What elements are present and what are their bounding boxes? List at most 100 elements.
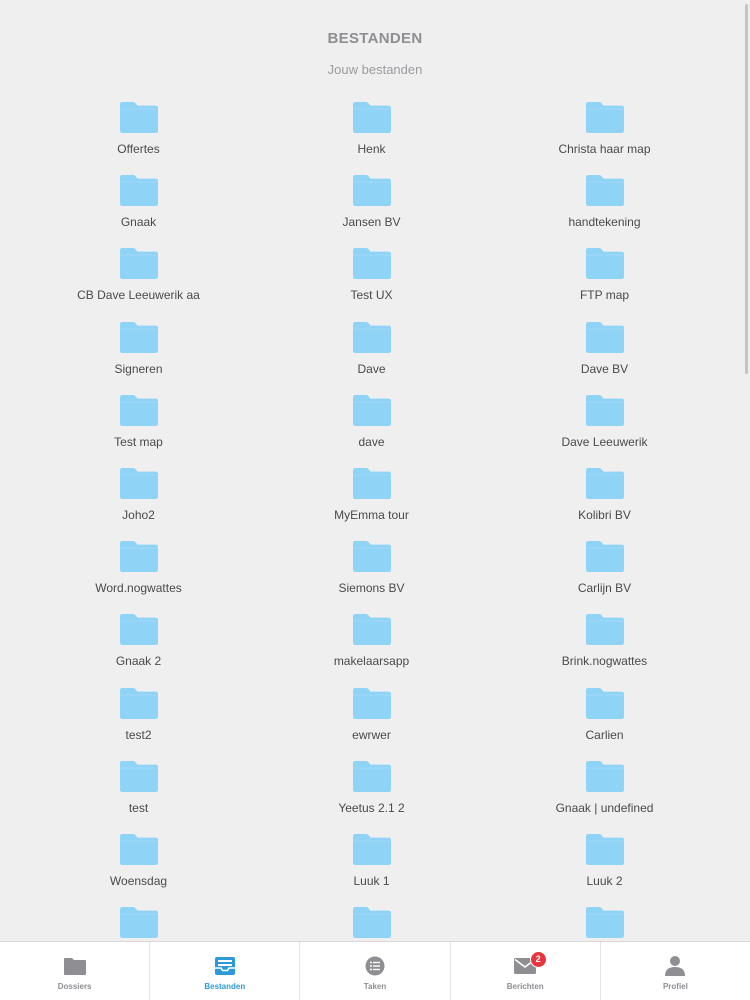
folder-icon xyxy=(585,248,624,280)
folder-item[interactable]: dave xyxy=(255,394,488,468)
folder-item[interactable]: Test UX xyxy=(255,248,488,321)
folder-item[interactable]: Test map xyxy=(22,394,255,468)
folder-icon xyxy=(119,102,158,133)
folder-label: Woensdag xyxy=(109,873,168,888)
folder-label: FTP map xyxy=(579,288,630,303)
tab-berichten[interactable]: Berichten 2 xyxy=(451,942,601,1000)
tab-dossiers[interactable]: Dossiers xyxy=(0,942,151,1000)
folder-item[interactable]: Carlien xyxy=(488,687,721,761)
notification-badge: 2 xyxy=(529,951,547,968)
folder-item[interactable]: makelaarsapp xyxy=(255,614,488,687)
folder-label: Dave xyxy=(357,361,386,376)
folder-icon xyxy=(119,394,158,426)
folder-item[interactable]: Henk xyxy=(255,102,488,175)
scrollbar[interactable] xyxy=(745,4,748,374)
folder-icon xyxy=(119,760,158,792)
folder-item[interactable]: Word.nogwattes xyxy=(22,541,255,614)
folder-icon xyxy=(585,833,624,865)
folder-item[interactable]: Brink.nogwattes xyxy=(488,614,721,687)
folder-item[interactable]: Joho2 xyxy=(22,467,255,541)
folder-item[interactable]: FTP map xyxy=(488,248,721,321)
tab-label: Taken xyxy=(363,982,387,991)
folder-item[interactable]: test2 xyxy=(22,687,255,761)
folder-label: Word.nogwattes xyxy=(95,581,182,596)
folder-label: makelaarsapp xyxy=(333,654,410,669)
folder-label: MyEmma tour xyxy=(334,507,409,522)
folder-item[interactable]: Dave xyxy=(255,321,488,395)
folder-item[interactable]: Kolibri BV xyxy=(488,467,721,541)
folder-label: Carlijn BV xyxy=(577,581,632,596)
folder-item[interactable]: ewrwer xyxy=(255,687,488,761)
folder-label: Signeren xyxy=(114,361,163,376)
folder-item[interactable]: Signeren xyxy=(22,321,255,395)
folder-item[interactable]: Christa haar map xyxy=(488,102,721,175)
folder-icon xyxy=(585,760,624,792)
folder-label: Dave Leeuwerik xyxy=(561,434,648,449)
folder-label: ewrwer xyxy=(352,727,391,742)
folder-icon xyxy=(119,687,158,719)
folder-icon xyxy=(352,394,391,426)
folder-item[interactable]: Gnaak 2 xyxy=(22,614,255,687)
folder-icon xyxy=(119,541,158,573)
folder-label: Test map xyxy=(114,434,163,449)
folder-icon xyxy=(585,394,624,426)
folder-item[interactable]: Luuk 1 xyxy=(255,833,488,907)
folder-icon xyxy=(585,175,624,207)
folder-item[interactable]: Dave Leeuwerik xyxy=(488,394,721,468)
folder-icon xyxy=(352,467,391,499)
folder-item[interactable]: Carlijn BV xyxy=(488,541,721,614)
person-icon xyxy=(665,956,686,976)
folder-label: Gnaak 2 xyxy=(115,654,162,669)
folder-icon xyxy=(352,614,391,646)
folder-icon xyxy=(585,102,624,133)
tab-label: Profiel xyxy=(662,982,688,991)
folder-item[interactable]: handtekening xyxy=(488,175,721,248)
folder-label: Carlien xyxy=(585,727,624,742)
folder-item[interactable]: test xyxy=(22,760,255,834)
folder-item[interactable]: Siemons BV xyxy=(255,541,488,614)
folder-icon xyxy=(119,833,158,865)
folder-item[interactable]: Luuk 2 xyxy=(488,833,721,907)
folder-label: Siemons BV xyxy=(338,581,405,596)
folder-item[interactable]: Offertes xyxy=(22,102,255,175)
folder-item[interactable]: MyEmma tour xyxy=(255,467,488,541)
tab-label: Dossiers xyxy=(57,982,92,991)
folder-label: test xyxy=(128,800,149,815)
page-title: BESTANDEN xyxy=(327,30,423,47)
folder-grid: Offertes Henk Christa haar map Gnaak Jansen … xyxy=(22,102,722,980)
folder-item[interactable]: Jansen BV xyxy=(255,175,488,248)
folder-icon xyxy=(119,175,158,207)
folder-label: Christa haar map xyxy=(558,142,651,156)
folder-label: Luuk 1 xyxy=(353,873,390,888)
folder-label: handtekening xyxy=(568,215,641,230)
folder-icon xyxy=(63,958,86,975)
folder-label: Jansen BV xyxy=(342,215,401,230)
tab-bestanden[interactable]: Bestanden xyxy=(150,942,301,1000)
folder-icon xyxy=(119,614,158,646)
tab-label: Bestanden xyxy=(204,982,246,991)
folder-icon xyxy=(119,467,158,499)
app-screen: BESTANDEN Jouw bestanden Offertes Henk Chr… xyxy=(0,0,750,1000)
folder-icon xyxy=(352,102,391,133)
folder-icon xyxy=(352,175,391,207)
folder-label: Yeetus 2.1 2 xyxy=(338,800,405,815)
folder-label: Kolibri BV xyxy=(578,507,631,522)
folder-item[interactable]: Dave BV xyxy=(488,321,721,395)
folder-icon xyxy=(352,687,391,719)
folder-item[interactable]: CB Dave Leeuwerik aa xyxy=(22,248,255,321)
tab-taken[interactable]: Taken xyxy=(300,942,451,1000)
folder-label: dave xyxy=(358,434,385,449)
folder-label: Henk xyxy=(357,142,386,156)
folder-icon xyxy=(585,687,624,719)
folder-item[interactable]: Gnaak | undefined xyxy=(488,760,721,834)
folder-icon xyxy=(352,907,391,939)
folder-item[interactable]: Gnaak xyxy=(22,175,255,248)
folder-icon xyxy=(119,907,158,939)
folder-label: Joho2 xyxy=(122,507,155,522)
folder-label: Luuk 2 xyxy=(586,873,623,888)
folder-item[interactable]: Yeetus 2.1 2 xyxy=(255,760,488,834)
inbox-tray-icon xyxy=(214,957,235,975)
folder-item[interactable]: Woensdag xyxy=(22,833,255,907)
folder-icon xyxy=(352,833,391,865)
tab-profiel[interactable]: Profiel xyxy=(601,942,750,1000)
